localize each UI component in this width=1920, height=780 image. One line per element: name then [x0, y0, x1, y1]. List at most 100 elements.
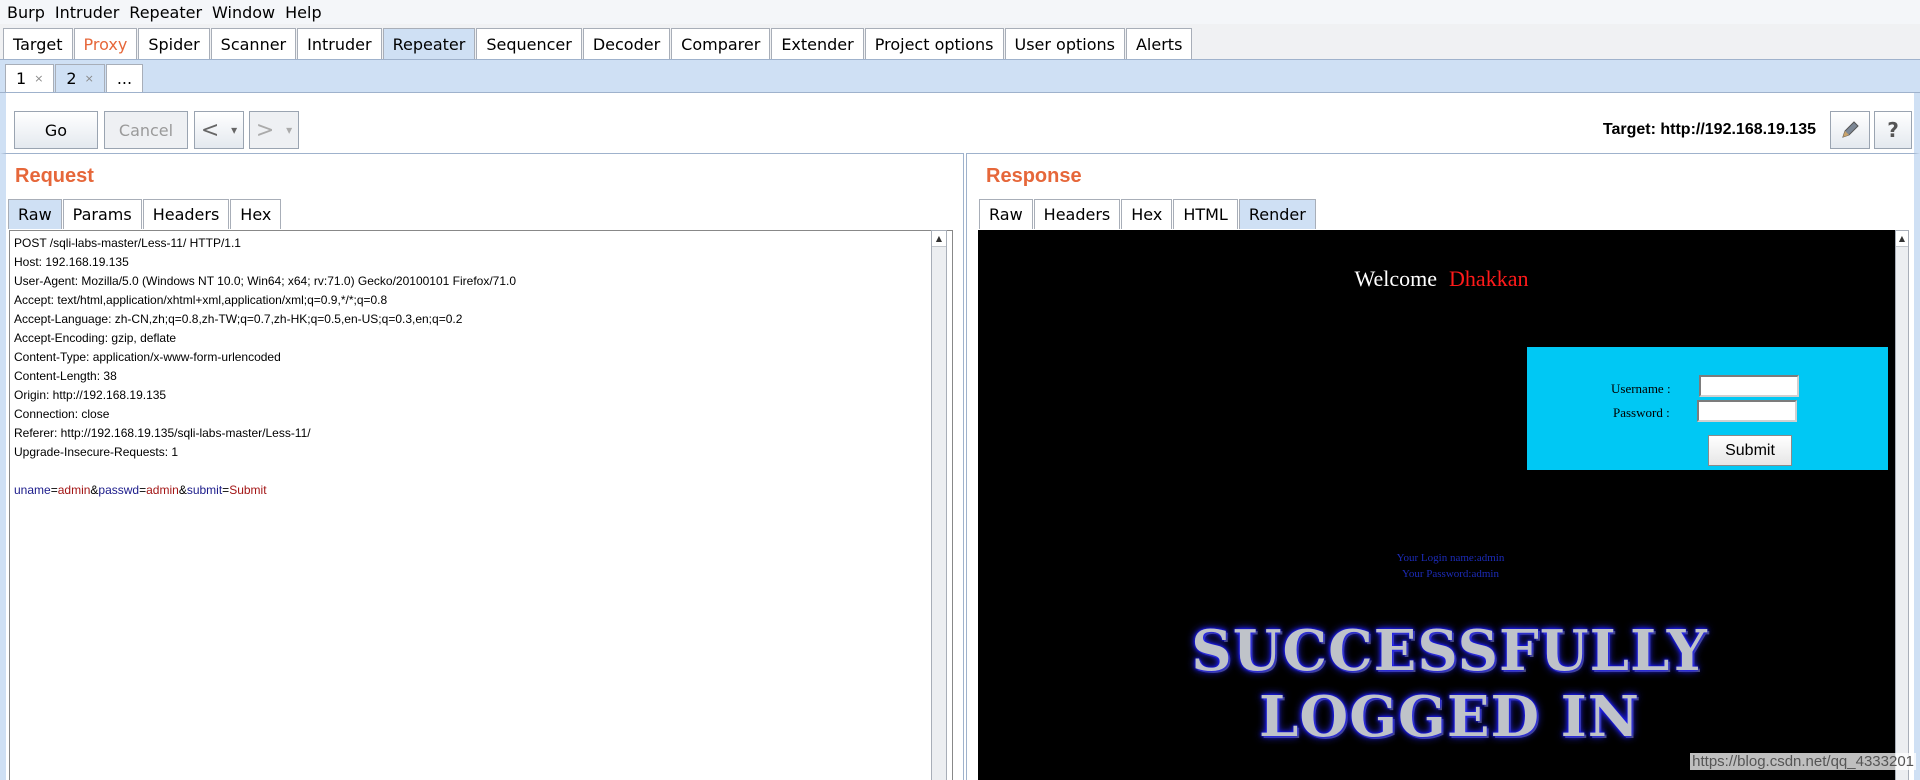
request-pane: Request Raw Params Headers Hex POST /sqli-l…: [0, 153, 964, 780]
close-icon[interactable]: ×: [85, 72, 94, 85]
request-line: Accept-Encoding: gzip, deflate: [14, 331, 177, 345]
scroll-up-arrow-icon[interactable]: ▲: [1896, 231, 1908, 247]
param-separator: &: [178, 483, 187, 497]
tab-proxy[interactable]: Proxy: [73, 28, 138, 59]
welcome-text: Welcome: [1354, 266, 1438, 291]
response-tab-headers[interactable]: Headers: [1033, 199, 1121, 229]
chevron-right-icon: >: [255, 117, 275, 143]
submit-button[interactable]: Submit: [1708, 435, 1792, 466]
param-name: passwd: [98, 483, 140, 497]
tab-spider[interactable]: Spider: [138, 28, 210, 59]
dropdown-icon: ▾: [231, 123, 238, 137]
repeater-tab-label: 1: [16, 69, 27, 88]
password-label: Password :: [1613, 405, 1670, 420]
request-line: Accept: text/html,application/xhtml+xml,…: [14, 293, 388, 307]
response-tab-render[interactable]: Render: [1238, 199, 1316, 229]
history-forward-button[interactable]: > ▾: [249, 111, 299, 149]
param-name: submit: [186, 483, 223, 497]
login-form: Username : Password : Submit: [1527, 347, 1888, 470]
tab-decoder[interactable]: Decoder: [582, 28, 671, 59]
history-back-button[interactable]: < ▾: [194, 111, 244, 149]
welcome-user: Dhakkan: [1449, 266, 1529, 291]
request-tabs: Raw Params Headers Hex: [8, 199, 282, 229]
welcome-heading: Welcome Dhakkan: [978, 266, 1905, 292]
request-line: Origin: http://192.168.19.135: [14, 388, 167, 402]
repeater-tab-label: 2: [66, 69, 77, 88]
close-icon[interactable]: ×: [34, 72, 43, 85]
request-line: Upgrade-Insecure-Requests: 1: [14, 445, 179, 459]
param-name: uname: [14, 483, 51, 497]
menu-help[interactable]: Help: [280, 3, 326, 22]
request-line: POST /sqli-labs-master/Less-11/ HTTP/1.1: [14, 236, 241, 250]
success-banner-line2: LOGGED IN: [1259, 684, 1640, 750]
request-line: Referer: http://192.168.19.135/sqli-labs…: [14, 426, 311, 440]
username-label: Username :: [1611, 381, 1671, 396]
request-tab-params[interactable]: Params: [62, 199, 142, 229]
request-body: uname=admin&passwd=admin&submit=Submit: [14, 481, 948, 500]
response-tab-hex[interactable]: Hex: [1121, 199, 1173, 229]
param-value: Submit: [229, 483, 267, 497]
login-password-text: Your Password:admin: [1402, 568, 1499, 580]
request-title: Request: [15, 165, 94, 187]
repeater-toolbar: Go Cancel < ▾ > ▾ Target: http://192.168…: [0, 93, 1920, 153]
password-input[interactable]: [1697, 400, 1797, 422]
repeater-tab-1[interactable]: 1 ×: [5, 64, 55, 92]
request-line: Content-Length: 38: [14, 369, 117, 383]
target-label: Target: http://192.168.19.135: [1602, 121, 1816, 138]
success-banner-line1: SUCCESSFULLY: [1191, 618, 1708, 684]
response-tab-html[interactable]: HTML: [1173, 199, 1238, 229]
request-scrollbar[interactable]: ▲: [931, 230, 947, 780]
tab-extender[interactable]: Extender: [771, 28, 864, 59]
help-button[interactable]: ?: [1874, 111, 1912, 149]
request-editor[interactable]: POST /sqli-labs-master/Less-11/ HTTP/1.1…: [9, 230, 953, 780]
response-tabs: Raw Headers Hex HTML Render: [979, 199, 1317, 229]
repeater-tab-2[interactable]: 2 ×: [55, 64, 105, 92]
scroll-up-arrow-icon[interactable]: ▲: [932, 231, 946, 247]
request-tab-hex[interactable]: Hex: [230, 199, 282, 229]
menu-bar: Burp Intruder Repeater Window Help: [0, 0, 1920, 24]
tab-alerts[interactable]: Alerts: [1125, 28, 1193, 59]
request-line: Accept-Language: zh-CN,zh;q=0.8,zh-TW;q=…: [14, 312, 463, 326]
login-info: Your Login name:admin Your Password:admi…: [987, 550, 1905, 582]
tab-intruder[interactable]: Intruder: [297, 28, 382, 59]
edit-target-button[interactable]: [1830, 111, 1870, 149]
tab-scanner[interactable]: Scanner: [210, 28, 297, 59]
response-scrollbar[interactable]: ▲: [1895, 230, 1909, 780]
watermark: https://blog.csdn.net/qq_4333201: [1690, 753, 1916, 770]
menu-burp[interactable]: Burp: [2, 3, 50, 22]
tab-sequencer[interactable]: Sequencer: [476, 28, 582, 59]
request-line: Host: 192.168.19.135: [14, 255, 129, 269]
tab-user-options[interactable]: User options: [1004, 28, 1125, 59]
tab-project-options[interactable]: Project options: [864, 28, 1004, 59]
go-button[interactable]: Go: [14, 111, 98, 149]
login-name-text: Your Login name:admin: [1396, 552, 1505, 564]
request-line: Connection: close: [14, 407, 110, 421]
response-tab-raw[interactable]: Raw: [979, 199, 1033, 229]
request-line: Content-Type: application/x-www-form-url…: [14, 350, 281, 364]
response-pane: Response Raw Headers Hex HTML Render Welcome…: [966, 153, 1920, 780]
tab-target[interactable]: Target: [3, 28, 73, 59]
param-value: admin: [146, 483, 179, 497]
tab-repeater[interactable]: Repeater: [382, 28, 476, 59]
main-tab-bar: Target Proxy Spider Scanner Intruder Repeater…: [0, 24, 1920, 60]
help-icon: ?: [1887, 118, 1899, 142]
username-input[interactable]: [1699, 375, 1799, 397]
request-line: User-Agent: Mozilla/5.0 (Windows NT 10.0…: [14, 274, 517, 288]
param-value: admin: [57, 483, 91, 497]
dropdown-icon: ▾: [286, 123, 293, 137]
repeater-tab-new[interactable]: ...: [105, 64, 144, 92]
param-equals: =: [50, 483, 58, 497]
response-render-view: Welcome Dhakkan Username : Password : Sub…: [978, 230, 1905, 780]
menu-intruder[interactable]: Intruder: [50, 3, 124, 22]
response-title: Response: [986, 165, 1082, 187]
repeater-tab-bar: 1 × 2 ×...: [0, 60, 1920, 93]
request-tab-raw[interactable]: Raw: [8, 199, 62, 229]
pencil-icon: [1842, 121, 1859, 138]
request-tab-headers[interactable]: Headers: [142, 199, 230, 229]
menu-repeater[interactable]: Repeater: [124, 3, 207, 22]
menu-window[interactable]: Window: [207, 3, 280, 22]
chevron-left-icon: <: [200, 117, 220, 143]
tab-comparer[interactable]: Comparer: [671, 28, 771, 59]
request-line: [14, 462, 948, 481]
cancel-button[interactable]: Cancel: [104, 111, 188, 149]
